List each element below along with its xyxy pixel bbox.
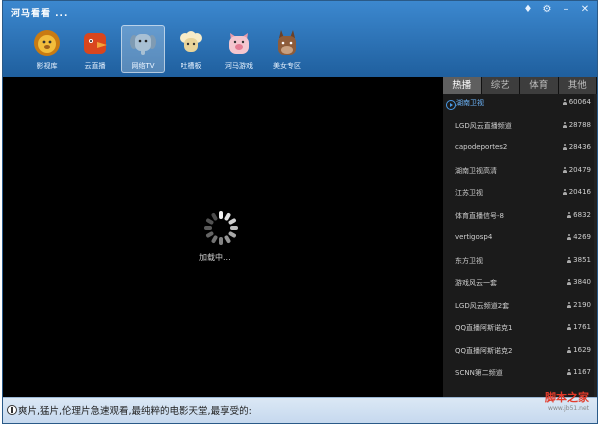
person-icon	[567, 279, 572, 285]
bird-icon	[84, 33, 107, 54]
nav-label: 吐槽板	[180, 62, 202, 70]
skin-icon[interactable]: ♦	[522, 4, 534, 16]
person-icon	[567, 369, 572, 375]
viewer-count: 20479	[562, 166, 591, 174]
person-icon	[562, 99, 567, 105]
channel-name: 体育直播信号-8	[455, 211, 504, 220]
channel-list: 湖南卫视 60064 LGD风云直播频道 28788 capodeportes2…	[443, 94, 597, 397]
person-icon	[562, 166, 567, 173]
viewer-count: 60064	[562, 98, 591, 106]
person-icon	[567, 234, 572, 240]
viewer-count: 6832	[567, 211, 591, 219]
watermark: 脚本之家 www.jb51.net	[545, 389, 589, 412]
channel-item[interactable]: vertigosp4 4269	[443, 229, 597, 252]
channel-name: 江苏卫视	[455, 189, 483, 197]
channel-name: SCNN第二频道	[455, 369, 503, 377]
person-icon	[567, 324, 572, 330]
nav-label: 河马游戏	[225, 62, 253, 70]
viewer-count: 2190	[567, 301, 591, 309]
close-icon[interactable]: ✕	[579, 4, 591, 16]
lion-icon	[34, 30, 60, 56]
channel-item[interactable]: QQ直播阿斯诺克1 1761	[443, 319, 597, 342]
watermark-url: www.jb51.net	[548, 405, 589, 412]
channel-item[interactable]: LGD风云频道2套 2190	[443, 297, 597, 320]
loading-spinner-icon	[204, 211, 238, 245]
nav-label: 美女专区	[273, 62, 301, 70]
nav-item-games[interactable]: 河马游戏	[217, 25, 261, 73]
category-tabs: 热播 综艺 体育 其他	[443, 77, 597, 94]
viewer-count: 4269	[567, 233, 591, 241]
donkey-icon	[278, 30, 296, 55]
sheep-icon	[180, 31, 202, 52]
main-nav: 影视库 云直播 网络TV 吐槽板 河马游戏 美女专区	[25, 25, 309, 73]
viewer-count: 28436	[562, 143, 591, 151]
ticker-text[interactable]: 爽片,猛片,伦理片急速观看,最纯粹的电影天堂,最享受的:	[18, 403, 252, 417]
channel-name: capodeportes2	[455, 143, 508, 151]
video-player[interactable]: 加载中...	[3, 77, 443, 397]
elephant-icon	[130, 34, 156, 55]
watermark-title: 脚本之家	[545, 391, 589, 404]
channel-item[interactable]: 湖南卫视 60064	[443, 94, 597, 117]
channel-name: QQ直播阿斯诺克1	[455, 324, 513, 332]
person-icon	[562, 189, 567, 195]
viewer-count: 20416	[562, 188, 591, 196]
channel-sidebar: 热播 综艺 体育 其他 湖南卫视 60064 LGD风云直播频道 28788 c…	[443, 77, 597, 397]
app-title: 河马看看 ...	[11, 9, 69, 19]
person-icon	[562, 144, 567, 150]
channel-item[interactable]: 体育直播信号-8 6832	[443, 207, 597, 230]
channel-name: 东方卫视	[455, 256, 483, 265]
channel-name: 游戏风云一套	[455, 279, 497, 287]
info-icon	[7, 405, 17, 415]
tab-variety[interactable]: 综艺	[481, 77, 520, 94]
nav-item-cloud-live[interactable]: 云直播	[73, 25, 117, 73]
channel-item[interactable]: 东方卫视 3851	[443, 252, 597, 275]
tab-hot[interactable]: 热播	[443, 77, 482, 94]
viewer-count: 3840	[567, 278, 591, 286]
channel-list-scrollbar[interactable]	[594, 94, 597, 397]
channel-name: LGD风云直播频道	[455, 121, 512, 130]
window-controls: ♦ ⚙ – ✕	[522, 4, 591, 16]
channel-item[interactable]: 游戏风云一套 3840	[443, 274, 597, 297]
tab-sports[interactable]: 体育	[520, 77, 559, 94]
channel-item[interactable]: LGD风云直播频道 28788	[443, 117, 597, 140]
viewer-count: 3851	[567, 256, 591, 264]
channel-item[interactable]: 湖南卫视高清 20479	[443, 162, 597, 185]
tab-other[interactable]: 其他	[558, 77, 597, 94]
person-icon	[562, 121, 567, 128]
header-bar: 河马看看 ... ♦ ⚙ – ✕ 影视库 云直播 网络TV 吐槽板 河马游戏 美…	[3, 1, 597, 77]
app-window: 河马看看 ... ♦ ⚙ – ✕ 影视库 云直播 网络TV 吐槽板 河马游戏 美…	[2, 0, 598, 424]
nav-label: 影视库	[36, 62, 58, 70]
nav-item-comment-board[interactable]: 吐槽板	[169, 25, 213, 73]
settings-icon[interactable]: ⚙	[541, 4, 553, 16]
channel-name: 湖南卫视高清	[455, 166, 497, 175]
viewer-count: 28788	[562, 121, 591, 129]
nav-label: 网络TV	[131, 62, 155, 70]
channel-name: QQ直播阿斯诺克2	[455, 346, 513, 355]
person-icon	[567, 301, 572, 308]
viewer-count: 1167	[567, 368, 591, 376]
viewer-count: 1761	[567, 323, 591, 331]
footer-ticker-bar: 爽片,猛片,伦理片急速观看,最纯粹的电影天堂,最享受的:	[3, 397, 597, 423]
channel-item[interactable]: 江苏卫视 20416	[443, 184, 597, 207]
channel-name: 湖南卫视	[456, 99, 484, 107]
viewer-count: 1629	[567, 346, 591, 354]
nav-label: 云直播	[84, 62, 106, 70]
nav-item-net-tv[interactable]: 网络TV	[121, 25, 165, 73]
channel-item[interactable]: SCNN第二频道 1167	[443, 364, 597, 387]
channel-name: LGD风云频道2套	[455, 301, 510, 310]
channel-name: vertigosp4	[455, 233, 493, 241]
person-icon	[567, 211, 572, 218]
pig-icon	[229, 33, 249, 54]
person-icon	[567, 346, 572, 353]
person-icon	[567, 256, 572, 263]
play-icon	[446, 100, 456, 110]
nav-item-movies[interactable]: 影视库	[25, 25, 69, 73]
loading-text: 加载中...	[199, 253, 231, 262]
channel-item[interactable]: capodeportes2 28436	[443, 139, 597, 162]
nav-item-beauty-zone[interactable]: 美女专区	[265, 25, 309, 73]
minimize-icon[interactable]: –	[560, 4, 572, 16]
channel-item[interactable]: QQ直播阿斯诺克2 1629	[443, 342, 597, 365]
